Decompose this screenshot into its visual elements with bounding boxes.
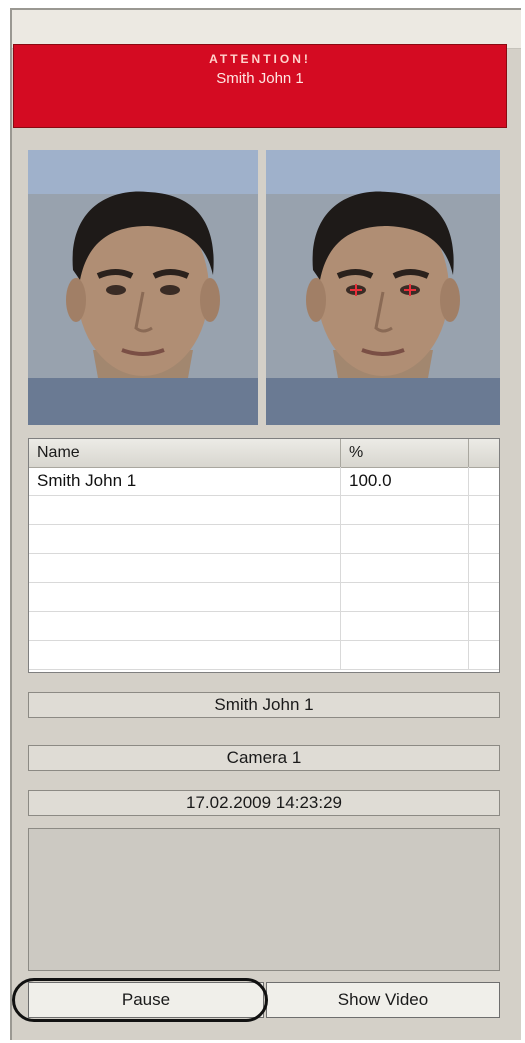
table-row[interactable] [29,583,499,612]
cell-name [29,496,341,524]
column-header-spacer [469,439,499,467]
table-row[interactable] [29,496,499,525]
cell-name [29,641,341,669]
cell-percent [341,496,469,524]
camera-field: Camera 1 [28,745,500,771]
show-video-button[interactable]: Show Video [266,982,500,1018]
cell-spacer [469,525,499,553]
cell-percent [341,612,469,640]
match-results-table[interactable]: Name % Smith John 1 100.0 [28,438,500,673]
cell-percent [341,641,469,669]
pause-button[interactable]: Pause [28,982,264,1018]
table-row[interactable]: Smith John 1 100.0 [29,467,499,496]
cell-spacer [469,612,499,640]
attention-title: ATTENTION! [209,52,311,66]
table-row[interactable] [29,525,499,554]
cell-percent [341,525,469,553]
attention-banner: ATTENTION! Smith John 1 [13,44,507,128]
matched-person-field: Smith John 1 [28,692,500,718]
timestamp-field: 17.02.2009 14:23:29 [28,790,500,816]
table-row[interactable] [29,641,499,670]
table-row[interactable] [29,612,499,641]
cell-percent [341,554,469,582]
cell-percent: 100.0 [341,467,469,495]
cell-percent [341,583,469,611]
cell-spacer [469,583,499,611]
cell-spacer [469,641,499,669]
cell-spacer [469,496,499,524]
reference-face-photo [28,150,258,425]
cell-name [29,554,341,582]
table-row[interactable] [29,554,499,583]
cell-name [29,612,341,640]
table-header: Name % [29,439,499,468]
cell-spacer [469,467,499,495]
cell-name [29,525,341,553]
cell-spacer [469,554,499,582]
cell-name: Smith John 1 [29,467,341,495]
attention-person-name: Smith John 1 [216,70,304,87]
details-area [28,828,500,971]
column-header-percent[interactable]: % [341,439,469,467]
captured-face-photo [266,150,500,425]
column-header-name[interactable]: Name [29,439,341,467]
cell-name [29,583,341,611]
